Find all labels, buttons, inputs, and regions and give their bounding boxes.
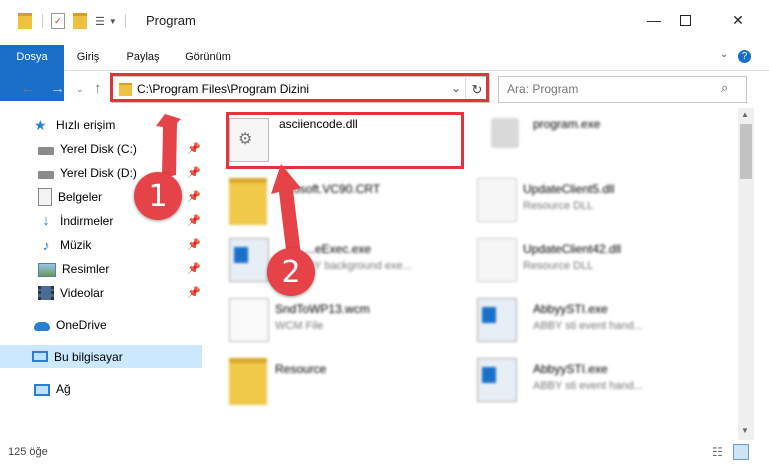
arrow-2-icon bbox=[271, 164, 301, 258]
annotation-arrows bbox=[156, 114, 301, 258]
step-badge-1: 1 bbox=[134, 172, 182, 220]
arrow-1-icon bbox=[156, 114, 181, 178]
step-badge-2: 2 bbox=[267, 248, 315, 296]
explorer-window: ✓ ☰ ▼ Program — ✕ Dosya Giriş Paylaş Gör… bbox=[0, 0, 769, 471]
